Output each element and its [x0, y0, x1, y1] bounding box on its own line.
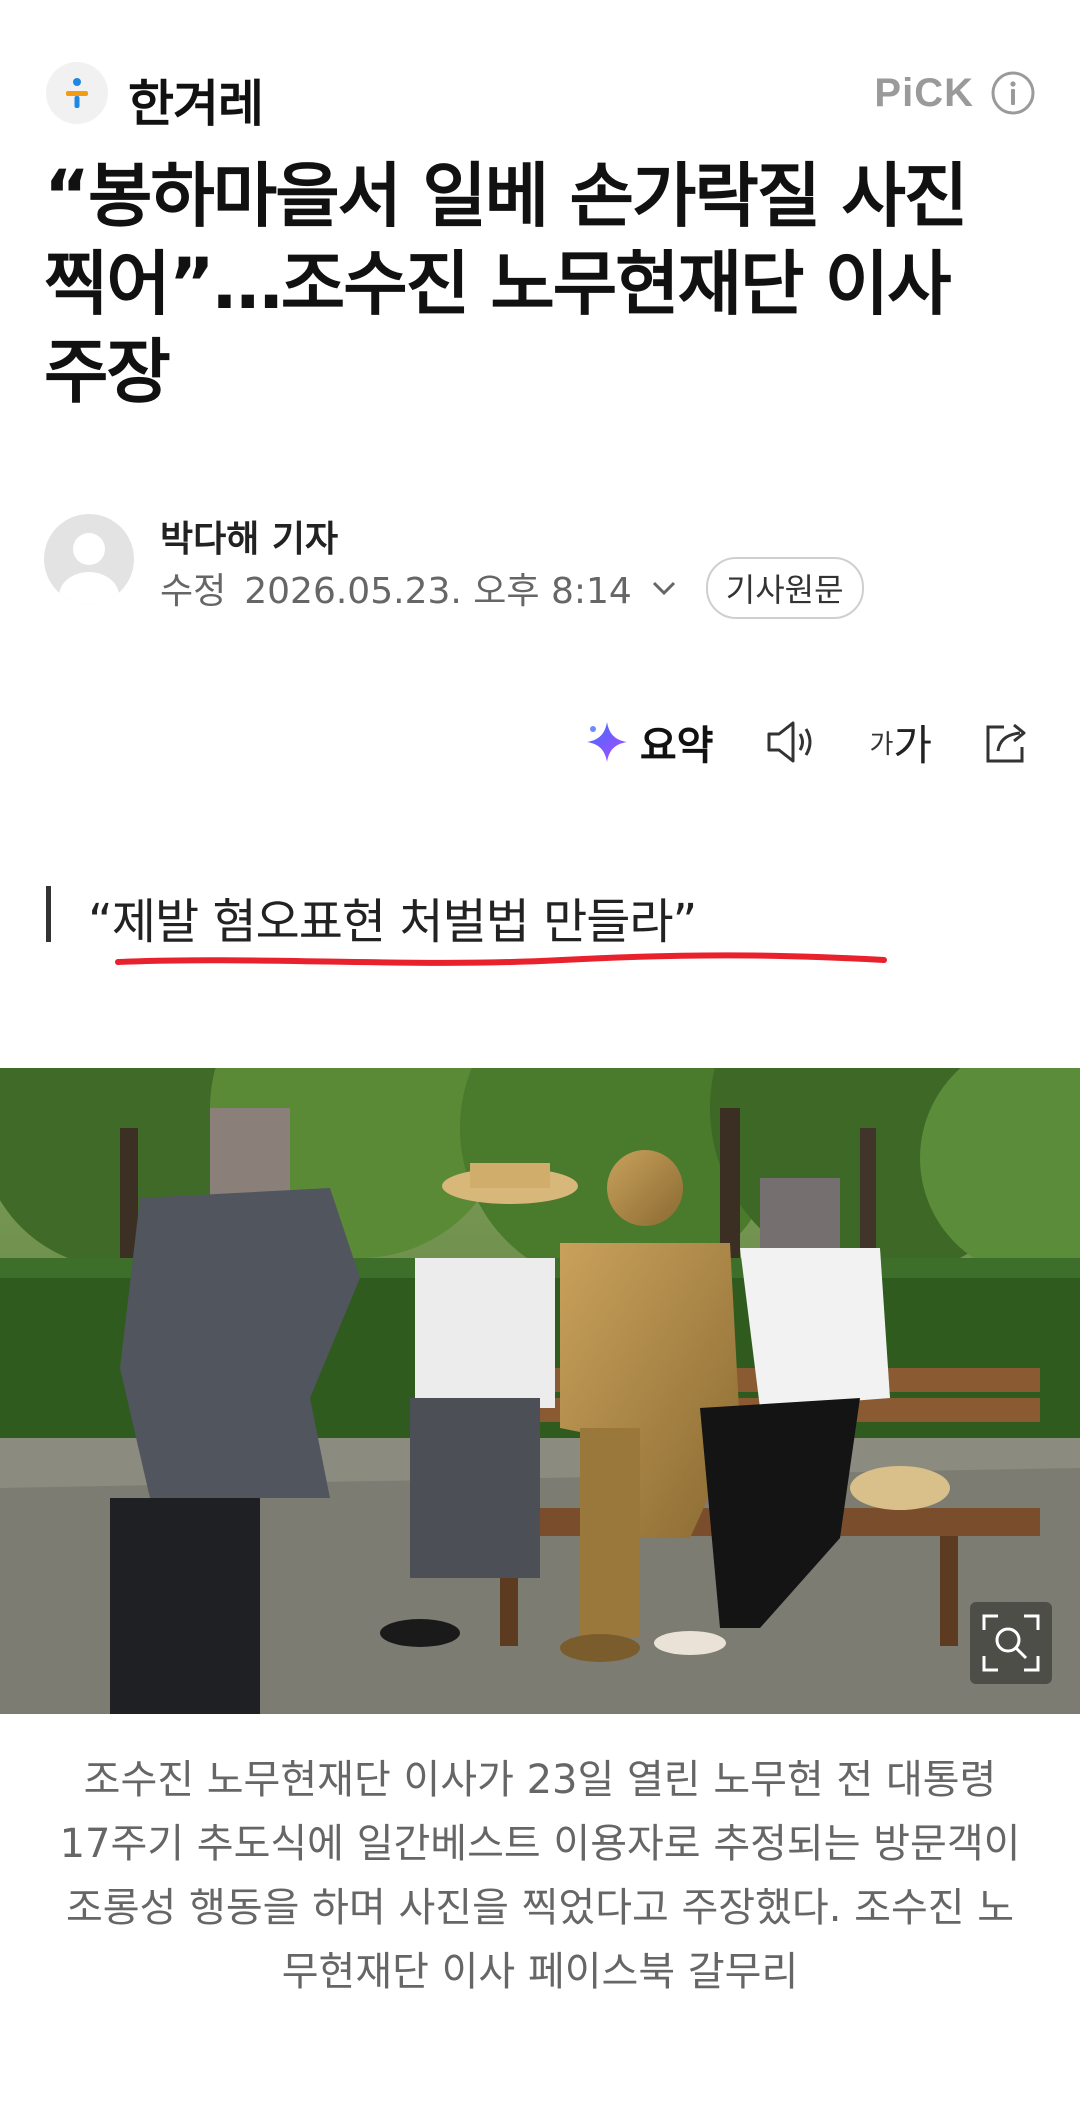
publish-datetime: 2026.05.23. 오후 8:14 [244, 571, 632, 612]
chevron-down-icon[interactable] [648, 572, 680, 604]
memorial-photo-illustration [0, 1068, 1080, 1714]
pick-label: PiCK [874, 70, 974, 115]
original-article-button[interactable]: 기사원문 [705, 557, 864, 619]
summary-button[interactable]: 요약 [584, 713, 714, 771]
info-icon[interactable] [990, 70, 1036, 116]
byline: 박다해 기자 수정 2026.05.23. 오후 8:14 기사원문 [44, 510, 1034, 620]
publish-meta: 수정 2026.05.23. 오후 8:14 기사원문 [160, 557, 864, 619]
subtitle-text: “제발 혐오표현 처벌법 만들라” [88, 894, 697, 950]
tts-button[interactable] [763, 717, 819, 767]
font-small-label: 가 [869, 729, 894, 760]
reporter-avatar[interactable] [44, 514, 134, 604]
photo-zoom-button[interactable] [970, 1602, 1052, 1684]
summary-label: 요약 [639, 723, 714, 769]
hankyoreh-logo-icon[interactable] [46, 62, 108, 124]
article-photo[interactable] [0, 1068, 1080, 1714]
speaker-icon [767, 721, 812, 763]
font-size-button[interactable]: 가 가 [869, 712, 932, 773]
reporter-name[interactable]: 박다해 기자 [160, 510, 338, 562]
red-underline-annotation [115, 952, 887, 966]
photo-caption: 조수진 노무현재단 이사가 23일 열린 노무현 전 대통령 17주기 추도식에… [59, 1757, 1021, 1995]
font-large-label: 가 [893, 720, 932, 770]
pick-badge[interactable]: PiCK [874, 68, 1036, 118]
article-subtitle: “제발 혐오표현 처벌법 만들라” [46, 882, 946, 966]
article-headline: “봉하마을서 일베 손가락질 사진 찍어”…조수진 노무현재단 이사 주장 [44, 155, 968, 413]
article-toolbar: 요약 가 가 [584, 712, 1036, 772]
press-name[interactable]: 한겨레 [128, 64, 264, 136]
subtitle-bar [46, 886, 51, 942]
modified-label: 수정 [160, 571, 227, 612]
zoom-icon [982, 1614, 1040, 1672]
article-header: 한겨레 PiCK [46, 60, 1036, 133]
sparkle-icon [586, 722, 627, 762]
share-icon [986, 723, 1026, 763]
share-button[interactable] [982, 717, 1036, 767]
